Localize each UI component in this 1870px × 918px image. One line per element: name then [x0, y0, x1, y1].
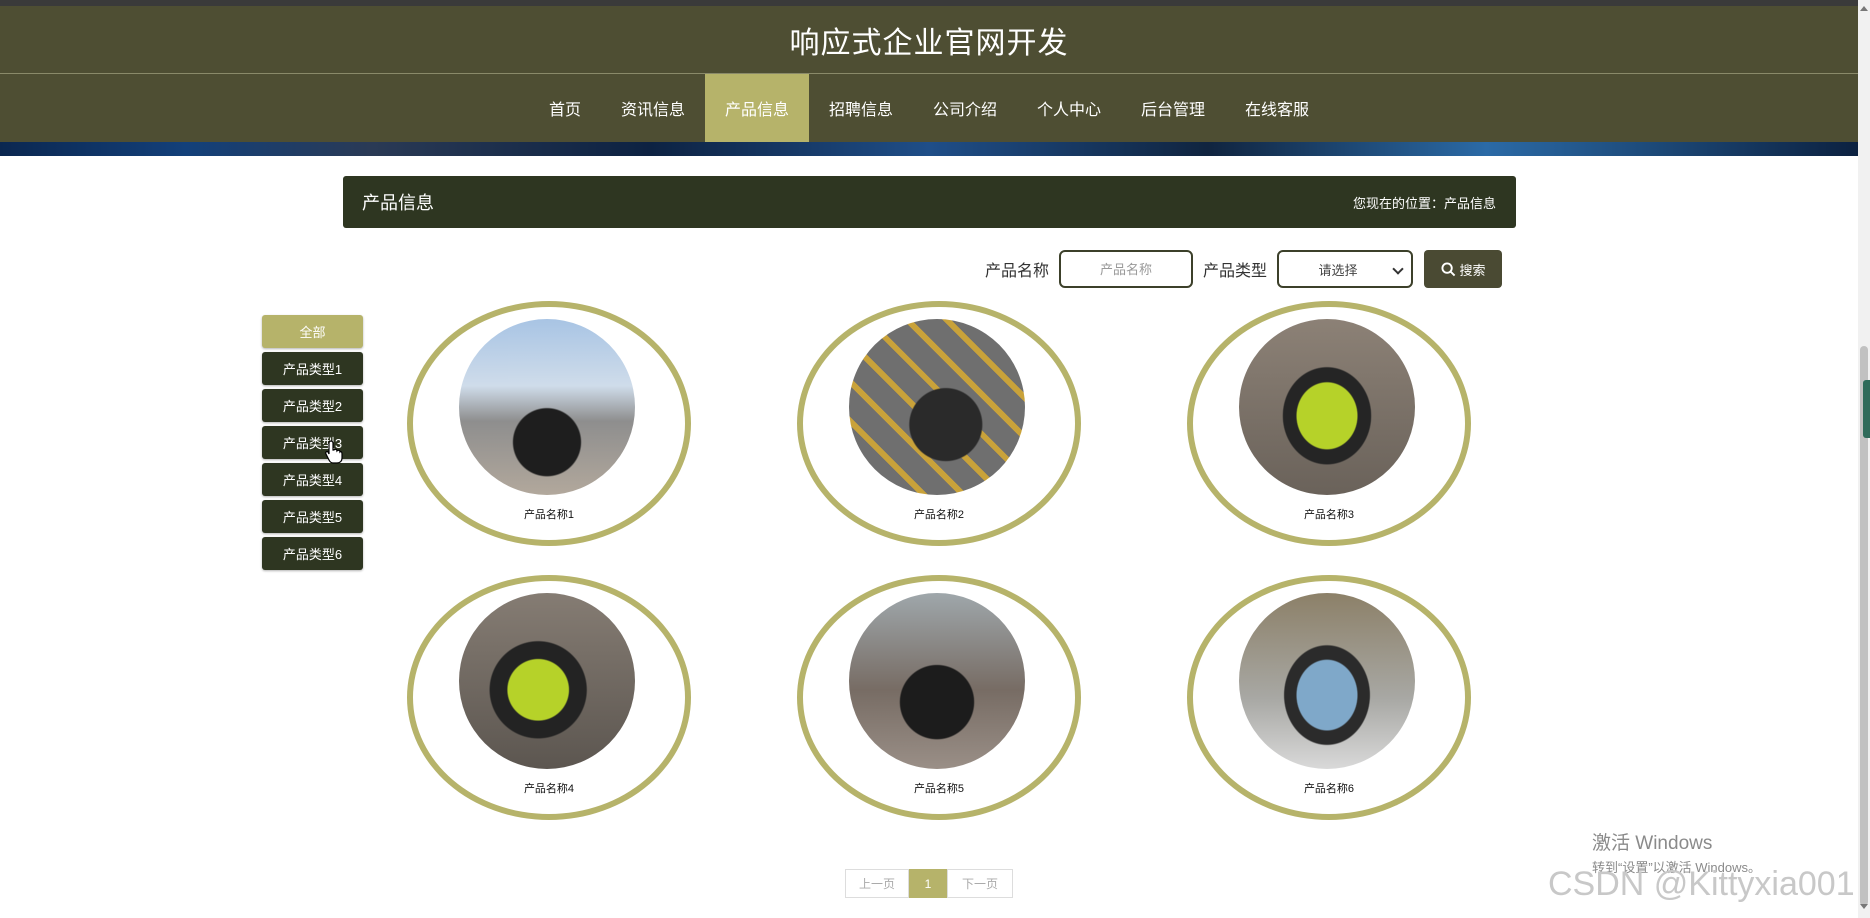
- search-button-label: 搜索: [1459, 262, 1486, 278]
- product-name: 产品名称1: [523, 509, 575, 521]
- site-header: 响应式企业官网开发: [0, 6, 1858, 74]
- product-name: 产品名称5: [913, 783, 965, 795]
- next-page-button[interactable]: 下一页: [947, 869, 1013, 898]
- nav-item-admin[interactable]: 后台管理: [1121, 74, 1225, 142]
- product-card[interactable]: 产品名称2: [797, 301, 1081, 546]
- nav-item-news[interactable]: 资讯信息: [601, 74, 705, 142]
- product-type-select[interactable]: 请选择: [1277, 250, 1414, 288]
- category-type1-button[interactable]: 产品类型1: [262, 352, 363, 385]
- product-card[interactable]: 产品名称4: [407, 575, 691, 820]
- scroll-down-arrow-icon[interactable]: [1860, 904, 1868, 909]
- search-bar: 产品名称 产品类型 请选择 搜索: [985, 250, 1503, 288]
- section-title-bar: 产品信息 您现在的位置：产品信息: [343, 176, 1516, 228]
- product-image: [459, 319, 635, 495]
- nav-item-home[interactable]: 首页: [529, 74, 601, 142]
- prev-page-button[interactable]: 上一页: [845, 869, 909, 898]
- nav-item-customer-service[interactable]: 在线客服: [1225, 74, 1329, 142]
- product-name: 产品名称2: [913, 509, 965, 521]
- banner-image-edge: [0, 142, 1858, 156]
- windows-activation-title: 激活 Windows: [1592, 833, 1713, 854]
- scroll-up-arrow-icon[interactable]: [1860, 6, 1868, 11]
- nav-item-recruitment[interactable]: 招聘信息: [809, 74, 913, 142]
- search-button[interactable]: 搜索: [1424, 250, 1503, 288]
- category-type5-button[interactable]: 产品类型5: [262, 500, 363, 533]
- category-type6-button[interactable]: 产品类型6: [262, 537, 363, 570]
- nav-item-about[interactable]: 公司介绍: [913, 74, 1017, 142]
- product-type-label: 产品类型: [1203, 263, 1268, 280]
- current-page-button[interactable]: 1: [909, 869, 947, 898]
- product-image: [849, 593, 1025, 769]
- product-image: [849, 319, 1025, 495]
- product-name-label: 产品名称: [985, 263, 1050, 280]
- pagination: 上一页 1 下一页: [845, 869, 1013, 898]
- category-sidebar: 全部 产品类型1 产品类型2 产品类型3 产品类型4 产品类型5 产品类型6: [262, 315, 363, 574]
- product-name: 产品名称4: [523, 783, 575, 795]
- product-name-input[interactable]: [1059, 250, 1194, 288]
- product-image: [1239, 593, 1415, 769]
- product-image: [1239, 319, 1415, 495]
- product-card[interactable]: 产品名称1: [407, 301, 691, 546]
- product-card[interactable]: 产品名称5: [797, 575, 1081, 820]
- section-title: 产品信息: [362, 193, 434, 213]
- category-all-button[interactable]: 全部: [262, 315, 363, 348]
- category-type4-button[interactable]: 产品类型4: [262, 463, 363, 496]
- side-float-tab[interactable]: [1863, 380, 1870, 438]
- page-scrollbar[interactable]: [1858, 0, 1870, 918]
- nav-item-user-center[interactable]: 个人中心: [1017, 74, 1121, 142]
- product-name: 产品名称6: [1303, 783, 1355, 795]
- site-title: 响应式企业官网开发: [789, 26, 1069, 60]
- product-card[interactable]: 产品名称6: [1187, 575, 1471, 820]
- product-card[interactable]: 产品名称3: [1187, 301, 1471, 546]
- hand-cursor-icon: [325, 440, 343, 464]
- category-type2-button[interactable]: 产品类型2: [262, 389, 363, 422]
- breadcrumb: 您现在的位置：产品信息: [1352, 195, 1496, 211]
- main-nav: 首页 资讯信息 产品信息 招聘信息 公司介绍 个人中心 后台管理 在线客服: [0, 74, 1858, 142]
- chevron-down-icon: [1392, 263, 1404, 275]
- product-type-selected-value: 请选择: [1318, 262, 1358, 278]
- csdn-watermark: CSDN @Kittyxia001: [1548, 865, 1855, 903]
- nav-item-products[interactable]: 产品信息: [704, 74, 809, 142]
- category-type3-button[interactable]: 产品类型3: [262, 426, 363, 459]
- product-image: [459, 593, 635, 769]
- search-icon: [1440, 261, 1455, 276]
- product-name: 产品名称3: [1303, 509, 1355, 521]
